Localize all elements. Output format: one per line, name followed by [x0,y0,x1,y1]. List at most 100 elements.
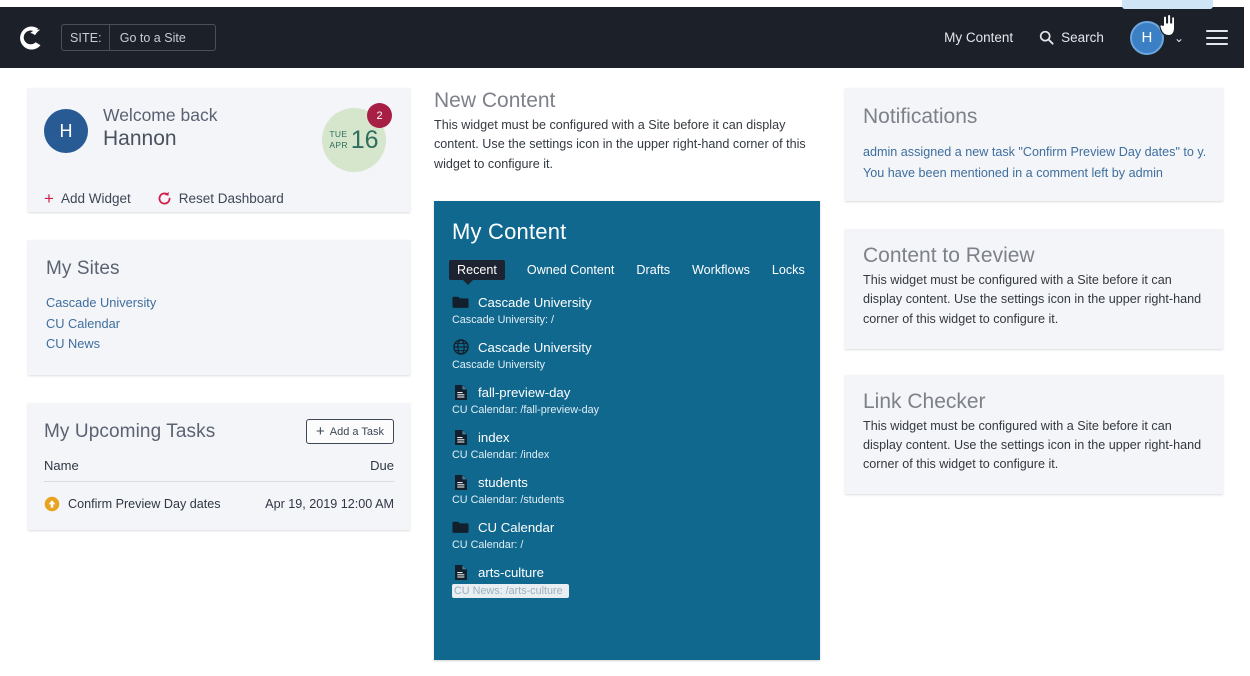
plus-icon: + [316,423,325,441]
my-content-list: Cascade University Cascade University: / [452,294,802,599]
folder-icon [452,519,469,536]
task-name-cell: Confirm Preview Day dates [44,496,221,512]
tasks-title: My Upcoming Tasks [44,420,216,442]
cascade-crescent-logo-icon[interactable] [14,21,48,55]
top-edge-highlight [1122,0,1213,9]
list-item-main: fall-preview-day [452,384,802,401]
column-header-name: Name [44,458,79,474]
new-content-body: This widget must be configured with a Si… [434,118,806,171]
nav-search[interactable]: Search [1039,30,1104,45]
dashboard-column-right: Notifications admin assigned a new task … [845,68,1223,495]
column-header-due: Due [370,458,394,474]
nav-my-content[interactable]: My Content [944,30,1013,45]
site-link[interactable]: CU Calendar [46,314,392,335]
globe-icon [452,339,469,356]
list-item-path: CU Calendar: /fall-preview-day [452,403,600,416]
refresh-icon [157,191,172,206]
list-item-path: CU Calendar: /index [452,448,550,461]
tab-recent[interactable]: Recent [449,259,505,285]
top-navigation-bar: SITE: Go to a Site My Content Search H ⌄ [0,7,1244,68]
welcome-text-group: Welcome back Hannon [103,105,218,151]
link-checker-title: Link Checker [863,389,986,413]
chevron-down-icon[interactable]: ⌄ [1174,32,1184,44]
list-item-path: Cascade University: / [452,313,555,326]
add-widget-button[interactable]: + Add Widget [44,190,131,207]
nav-my-content-label: My Content [944,30,1014,45]
list-item[interactable]: CU Calendar CU Calendar: / [452,519,802,551]
my-sites-widget: My Sites Cascade University CU Calendar … [28,240,410,376]
list-item[interactable]: fall-preview-day CU Calendar: /fall-prev… [452,384,802,416]
hamburger-menu-icon[interactable] [1206,30,1228,45]
list-item-name: Cascade University [478,339,592,355]
link-checker-widget: Link Checker This widget must be configu… [845,374,1223,495]
site-picker[interactable]: SITE: Go to a Site [61,24,216,51]
list-item[interactable]: index CU Calendar: /index [452,429,802,461]
list-item-name: arts-culture [478,564,544,580]
link-checker-body: This widget must be configured with a Si… [863,418,1202,472]
site-link[interactable]: CU News [46,334,392,355]
tab-owned-content[interactable]: Owned Content [527,263,615,277]
notifications-list: admin assigned a new task "Confirm Previ… [863,142,1205,183]
notifications-title: Notifications [863,105,978,128]
list-item[interactable]: students CU Calendar: /students [452,474,802,506]
tab-drafts[interactable]: Drafts [636,263,670,277]
new-content-widget: New Content This widget must be configur… [434,88,820,174]
tasks-header-row: Name Due [44,458,394,483]
tab-locks[interactable]: Locks [772,263,805,277]
user-menu[interactable]: H ⌄ [1129,20,1184,55]
add-widget-label: Add Widget [60,191,131,206]
my-sites-list: Cascade University CU Calendar CU News [46,293,392,355]
date-day: 16 [350,125,379,154]
content-to-review-body: This widget must be configured with a Si… [863,273,1202,326]
reset-dashboard-button[interactable]: Reset Dashboard [157,191,284,206]
welcome-widget: H Welcome back Hannon TUE APR 16 2 + Add… [28,88,410,212]
list-item[interactable]: arts-culture CU News: /arts-culture [452,564,802,599]
date-badge: TUE APR 16 2 [322,103,392,172]
my-content-title: My Content [452,218,567,244]
content-to-review-title: Content to Review [863,244,1035,268]
hamburger-line [1206,36,1228,39]
list-item-main: Cascade University [452,339,802,356]
dashboard-column-left: H Welcome back Hannon TUE APR 16 2 + Add… [28,68,410,531]
list-item-main: students [452,474,802,491]
hamburger-line [1206,30,1228,32]
tab-workflows[interactable]: Workflows [692,263,750,277]
tasks-header: My Upcoming Tasks + Add a Task [44,419,394,445]
header-right-group: My Content Search H ⌄ [944,7,1244,68]
task-due-cell: Apr 19, 2019 12:00 AM [265,497,394,512]
notification-item[interactable]: You have been mentioned in a comment lef… [863,163,1205,183]
hamburger-line [1206,43,1228,45]
reset-dashboard-label: Reset Dashboard [178,191,284,206]
tasks-table: Name Due Confirm Preview Day dates Apr 1… [44,458,394,512]
list-item-main: CU Calendar [452,519,802,536]
date-dow: TUE [329,129,348,140]
welcome-greeting: Welcome back [103,105,218,125]
my-content-widget: My Content Recent Owned Content Drafts W… [434,200,820,660]
list-item[interactable]: Cascade University Cascade University: / [452,294,802,326]
list-item-path: Cascade University [452,358,546,371]
dashboard-column-middle: New Content This widget must be configur… [434,68,820,660]
list-item-main: index [452,429,802,446]
avatar[interactable]: H [1129,20,1164,55]
notification-item[interactable]: admin assigned a new task "Confirm Previ… [863,142,1205,162]
nav-search-label: Search [1061,30,1104,45]
list-item-name: index [478,429,510,445]
site-link[interactable]: Cascade University [46,293,392,314]
folder-icon [452,294,469,311]
add-task-label: Add a Task [329,425,384,438]
my-content-tabs: Recent Owned Content Drafts Workflows Lo… [449,259,805,285]
task-count-badge[interactable]: 2 [367,103,392,128]
list-item-name: CU Calendar [478,519,555,535]
add-task-button[interactable]: + Add a Task [306,419,394,445]
priority-up-arrow-icon [44,496,60,512]
site-picker-label: SITE: [62,25,110,50]
list-item[interactable]: Cascade University Cascade University [452,339,802,371]
list-item-path: CU News: /arts-culture [452,583,569,598]
table-row[interactable]: Confirm Preview Day dates Apr 19, 2019 1… [44,482,394,512]
new-content-title: New Content [434,89,556,112]
list-item-main: arts-culture [452,564,802,581]
list-item-main: Cascade University [452,294,802,311]
site-picker-input[interactable]: Go to a Site [110,25,196,50]
page-icon [452,429,469,446]
page-icon [452,384,469,401]
